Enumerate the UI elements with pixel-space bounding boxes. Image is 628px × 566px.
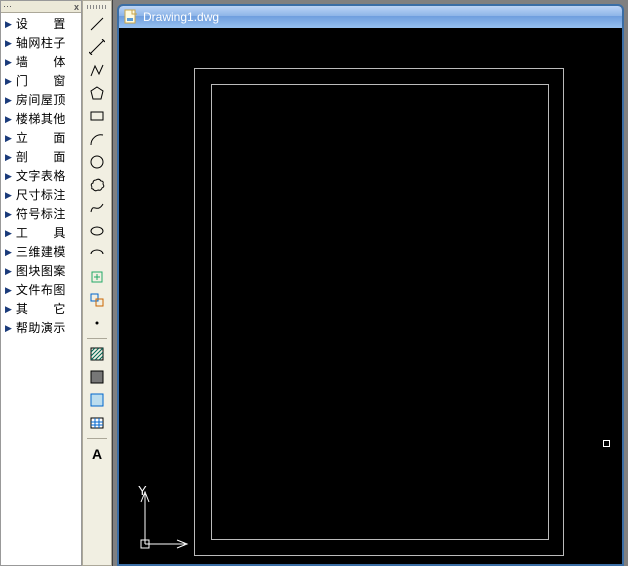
make-block-tool[interactable] [86,289,108,311]
menu-label: 设 置 [16,16,66,33]
construction-line-tool[interactable] [86,36,108,58]
ucs-y-label: Y [138,483,147,498]
draw-toolbar: A [82,0,112,566]
ellipse-tool[interactable] [86,220,108,242]
menu-label: 帮助演示 [16,320,66,337]
toolbar-separator [87,338,107,339]
menu-item-other[interactable]: ▶其 它 [1,300,81,319]
chevron-right-icon: ▶ [5,225,12,242]
panel-close-button[interactable]: x [74,2,79,12]
menu-item-section[interactable]: ▶剖 面 [1,148,81,167]
ellipse-arc-tool[interactable] [86,243,108,265]
toolbar-grip[interactable] [87,5,107,9]
menu-item-symbol[interactable]: ▶符号标注 [1,205,81,224]
command-panel: ⋯ x ▶设 置 ▶轴网柱子 ▶墙 体 ▶门 窗 ▶房间屋顶 ▶楼梯其他 ▶立 … [0,0,82,566]
chevron-right-icon: ▶ [5,73,12,90]
cursor-pickbox [603,440,610,447]
panel-header: ⋯ x [1,1,81,13]
menu-label: 文字表格 [16,168,66,185]
drawing-viewport[interactable]: Y [119,28,622,564]
menu-item-grid-column[interactable]: ▶轴网柱子 [1,34,81,53]
menu-item-wall[interactable]: ▶墙 体 [1,53,81,72]
chevron-right-icon: ▶ [5,149,12,166]
menu-item-settings[interactable]: ▶设 置 [1,15,81,34]
menu-item-3d-modeling[interactable]: ▶三维建模 [1,243,81,262]
circle-tool[interactable] [86,151,108,173]
polyline-tool[interactable] [86,59,108,81]
menu-label: 尺寸标注 [16,187,66,204]
chevron-right-icon: ▶ [5,111,12,128]
menu-label: 剖 面 [16,149,66,166]
menu-label: 三维建模 [16,244,66,261]
panel-grip: ⋯ [3,1,12,12]
menu-label: 立 面 [16,130,66,147]
document-icon [123,9,139,25]
line-tool[interactable] [86,13,108,35]
menu-item-room-roof[interactable]: ▶房间屋顶 [1,91,81,110]
hatch-tool[interactable] [86,343,108,365]
chevron-right-icon: ▶ [5,282,12,299]
chevron-right-icon: ▶ [5,206,12,223]
chevron-right-icon: ▶ [5,35,12,52]
chevron-right-icon: ▶ [5,16,12,33]
ucs-icon: Y [133,474,193,554]
arc-tool[interactable] [86,128,108,150]
point-tool[interactable] [86,312,108,334]
menu-label: 其 它 [16,301,66,318]
menu-label: 房间屋顶 [16,92,66,109]
menu-item-door-window[interactable]: ▶门 窗 [1,72,81,91]
toolbar-separator [87,438,107,439]
mdi-area: Drawing1.dwg Y [112,0,628,566]
text-icon: A [92,446,102,462]
menu-list: ▶设 置 ▶轴网柱子 ▶墙 体 ▶门 窗 ▶房间屋顶 ▶楼梯其他 ▶立 面 ▶剖… [1,13,81,340]
document-window: Drawing1.dwg Y [117,4,624,566]
menu-label: 轴网柱子 [16,35,66,52]
polygon-tool[interactable] [86,82,108,104]
chevron-right-icon: ▶ [5,168,12,185]
drawing-frame-inner [211,84,549,540]
menu-item-tools[interactable]: ▶工 具 [1,224,81,243]
region-tool[interactable] [86,389,108,411]
menu-label: 楼梯其他 [16,111,66,128]
gradient-tool[interactable] [86,366,108,388]
menu-label: 文件布图 [16,282,66,299]
menu-item-block-pattern[interactable]: ▶图块图案 [1,262,81,281]
chevron-right-icon: ▶ [5,54,12,71]
chevron-right-icon: ▶ [5,263,12,280]
menu-label: 工 具 [16,225,66,242]
chevron-right-icon: ▶ [5,187,12,204]
menu-item-dimension[interactable]: ▶尺寸标注 [1,186,81,205]
menu-item-help-demo[interactable]: ▶帮助演示 [1,319,81,338]
chevron-right-icon: ▶ [5,92,12,109]
rectangle-tool[interactable] [86,105,108,127]
revision-cloud-tool[interactable] [86,174,108,196]
table-tool[interactable] [86,412,108,434]
chevron-right-icon: ▶ [5,320,12,337]
spline-tool[interactable] [86,197,108,219]
menu-item-file-layout[interactable]: ▶文件布图 [1,281,81,300]
mtext-tool[interactable]: A [86,443,108,465]
insert-block-tool[interactable] [86,266,108,288]
document-titlebar[interactable]: Drawing1.dwg [119,6,622,28]
menu-label: 图块图案 [16,263,66,280]
menu-item-text-table[interactable]: ▶文字表格 [1,167,81,186]
menu-item-stair-other[interactable]: ▶楼梯其他 [1,110,81,129]
menu-item-elevation[interactable]: ▶立 面 [1,129,81,148]
menu-label: 门 窗 [16,73,66,90]
menu-label: 墙 体 [16,54,66,71]
document-title: Drawing1.dwg [143,10,219,24]
chevron-right-icon: ▶ [5,244,12,261]
menu-label: 符号标注 [16,206,66,223]
chevron-right-icon: ▶ [5,301,12,318]
chevron-right-icon: ▶ [5,130,12,147]
